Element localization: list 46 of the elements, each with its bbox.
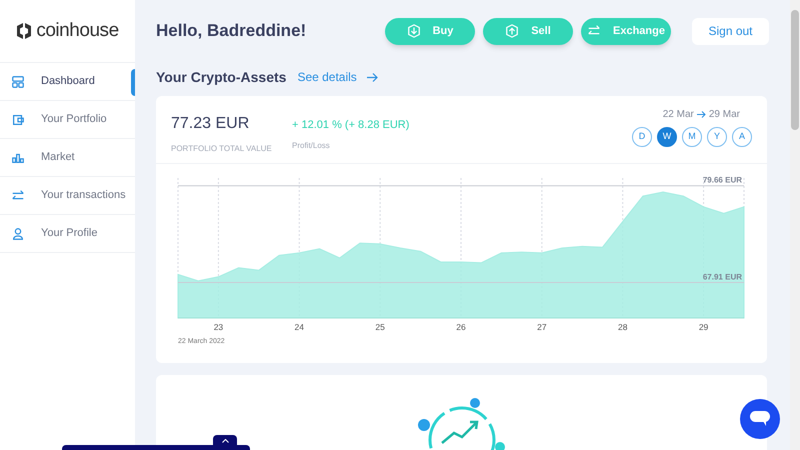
x-tick-label: 23 [214,322,224,332]
x-tick-label: 26 [456,322,466,332]
x-tick-label: 27 [537,322,547,332]
section-title: Your Crypto-Assets [156,68,286,87]
total-value: 77.23 EUR [171,114,250,134]
period-tab[interactable]: M [682,127,702,147]
see-details-link[interactable]: See details [297,68,378,86]
sign-out-button[interactable]: Sign out [692,18,769,44]
scrollbar-thumb[interactable] [791,10,799,130]
period-tab[interactable]: A [732,127,752,147]
range-end: 29 Mar [708,108,740,122]
logo-icon [16,22,32,40]
nav-item[interactable]: Your Profile [0,215,135,253]
range-start: 22 Mar [662,108,694,122]
upload-arrow-icon [505,24,520,38]
caret-icon [222,439,228,443]
action-button[interactable]: Sell [483,18,573,44]
profit-value: + 12.01 % (+ 8.28 EUR) [292,118,410,133]
chat-icon [750,411,770,427]
nav-item[interactable]: Dashboard [0,63,135,101]
user-icon [11,226,25,240]
brand-name: coinhouse [36,18,119,43]
reference-label: 67.91 EUR [702,272,742,282]
layout-icon [11,74,25,88]
expand-tab[interactable] [213,435,237,447]
period-tab[interactable]: W [657,127,677,147]
period-tab[interactable]: D [632,127,652,147]
x-tick-label: 28 [618,322,628,332]
download-arrow-icon [406,24,421,38]
period-tab[interactable]: Y [707,127,727,147]
wallet-icon [11,112,25,126]
profit-label: Profit/Loss [292,140,331,152]
action-button[interactable]: Buy [385,18,475,44]
x-tick-label: 29 [698,322,708,332]
nav-item[interactable]: Your transactions [0,177,135,215]
nav-item[interactable]: Your Portfolio [0,101,135,139]
nav-item[interactable]: Market [0,139,135,177]
scrollbar[interactable] [790,0,800,450]
x-tick-label: 25 [375,322,385,332]
greeting: Hello, Badreddine! [156,20,308,42]
total-value-label: PORTFOLIO TOTAL VALUE [171,143,273,155]
arrow-icon [696,111,706,118]
reference-label: 79.66 EUR [702,176,742,185]
x-tick-label: 24 [294,322,304,332]
action-button[interactable]: Exchange [581,18,671,44]
arrow-icon [366,72,378,82]
